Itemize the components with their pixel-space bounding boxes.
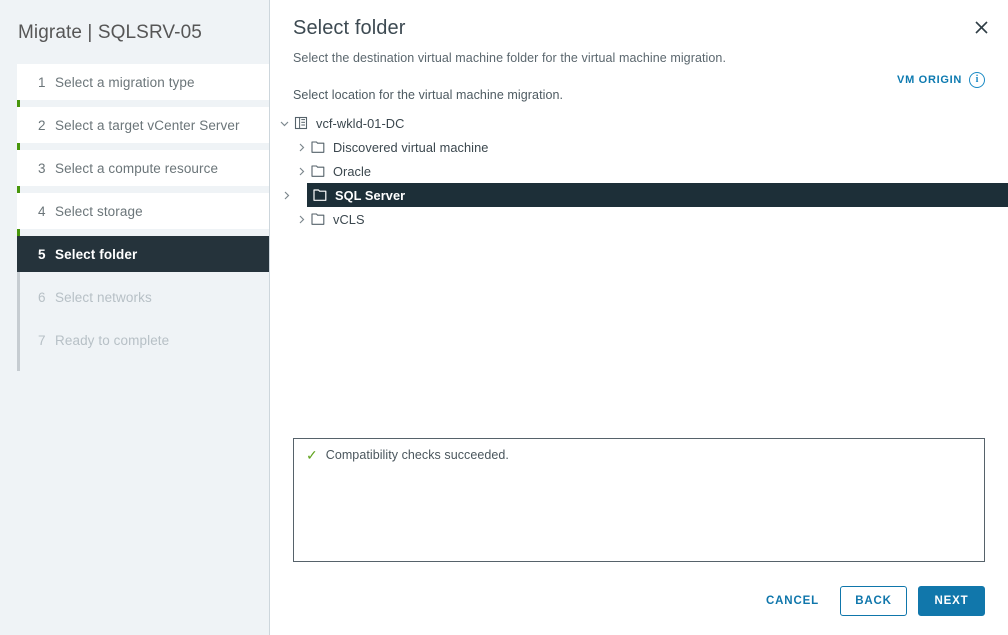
tree-node-label: SQL Server bbox=[335, 188, 405, 203]
migrate-wizard-dialog: Migrate | SQLSRV-05 1 Select a migration… bbox=[0, 0, 1008, 635]
compatibility-message: Compatibility checks succeeded. bbox=[326, 448, 509, 463]
tree-node-label: vCLS bbox=[333, 212, 365, 227]
wizard-step-7: 7 Ready to complete bbox=[17, 322, 269, 358]
folder-icon bbox=[311, 141, 333, 154]
step-number: 1 bbox=[38, 75, 55, 90]
wizard-step-4[interactable]: 4 Select storage bbox=[17, 193, 269, 229]
wizard-step-6: 6 Select networks bbox=[17, 279, 269, 315]
compatibility-panel: ✓ Compatibility checks succeeded. bbox=[293, 438, 985, 562]
next-button[interactable]: NEXT bbox=[918, 586, 985, 616]
step-label: Select folder bbox=[55, 247, 137, 262]
compatibility-status: ✓ Compatibility checks succeeded. bbox=[294, 439, 984, 463]
back-button[interactable]: BACK bbox=[840, 586, 907, 616]
step-label: Select a compute resource bbox=[55, 161, 218, 176]
chevron-right-icon[interactable] bbox=[276, 191, 296, 200]
tree-node-oracle[interactable]: Oracle bbox=[270, 159, 1008, 183]
page-description: Select the destination virtual machine f… bbox=[270, 40, 1008, 65]
info-icon[interactable]: i bbox=[969, 72, 985, 88]
tree-node-discovered-virtual-machine[interactable]: Discovered virtual machine bbox=[270, 135, 1008, 159]
step-number: 7 bbox=[38, 333, 55, 348]
tree-node-vcls[interactable]: vCLS bbox=[270, 207, 1008, 231]
chevron-right-icon[interactable] bbox=[291, 167, 311, 176]
wizard-footer: CANCEL BACK NEXT bbox=[752, 586, 985, 616]
folder-tree: vcf-wkld-01-DC Discovered virtual machin… bbox=[270, 111, 1008, 231]
step-number: 4 bbox=[38, 204, 55, 219]
check-icon: ✓ bbox=[306, 448, 318, 463]
datacenter-icon bbox=[294, 116, 316, 130]
folder-icon bbox=[311, 165, 333, 178]
step-label: Select storage bbox=[55, 204, 143, 219]
wizard-content: Select folder Select the destination vir… bbox=[270, 0, 1008, 635]
wizard-title: Migrate | SQLSRV-05 bbox=[0, 0, 269, 46]
folder-icon bbox=[313, 189, 335, 202]
wizard-steps: 1 Select a migration type 2 Select a tar… bbox=[0, 64, 269, 358]
page-title: Select folder bbox=[270, 0, 1008, 40]
folder-icon bbox=[311, 213, 333, 226]
vm-origin-toggle[interactable]: VM ORIGIN i bbox=[897, 72, 985, 88]
step-number: 6 bbox=[38, 290, 55, 305]
tree-node-datacenter[interactable]: vcf-wkld-01-DC bbox=[270, 111, 1008, 135]
tree-node-label: Discovered virtual machine bbox=[333, 140, 488, 155]
tree-node-sql-server[interactable]: SQL Server bbox=[307, 183, 1008, 207]
close-icon[interactable] bbox=[971, 17, 991, 37]
step-number: 5 bbox=[38, 247, 55, 262]
step-label: Select a migration type bbox=[55, 75, 195, 90]
tree-node-label: vcf-wkld-01-DC bbox=[316, 116, 404, 131]
chevron-down-icon[interactable] bbox=[274, 119, 294, 128]
step-number: 2 bbox=[38, 118, 55, 133]
wizard-step-5[interactable]: 5 Select folder bbox=[17, 236, 269, 272]
cancel-button[interactable]: CANCEL bbox=[752, 586, 833, 616]
wizard-step-1[interactable]: 1 Select a migration type bbox=[17, 64, 269, 100]
wizard-sidebar: Migrate | SQLSRV-05 1 Select a migration… bbox=[0, 0, 270, 635]
vm-origin-label: VM ORIGIN bbox=[897, 74, 962, 86]
step-label: Select a target vCenter Server bbox=[55, 118, 240, 133]
step-label: Select networks bbox=[55, 290, 152, 305]
step-label: Ready to complete bbox=[55, 333, 169, 348]
tree-node-label: Oracle bbox=[333, 164, 371, 179]
wizard-step-2[interactable]: 2 Select a target vCenter Server bbox=[17, 107, 269, 143]
chevron-right-icon[interactable] bbox=[291, 215, 311, 224]
chevron-right-icon[interactable] bbox=[291, 143, 311, 152]
wizard-step-3[interactable]: 3 Select a compute resource bbox=[17, 150, 269, 186]
step-number: 3 bbox=[38, 161, 55, 176]
